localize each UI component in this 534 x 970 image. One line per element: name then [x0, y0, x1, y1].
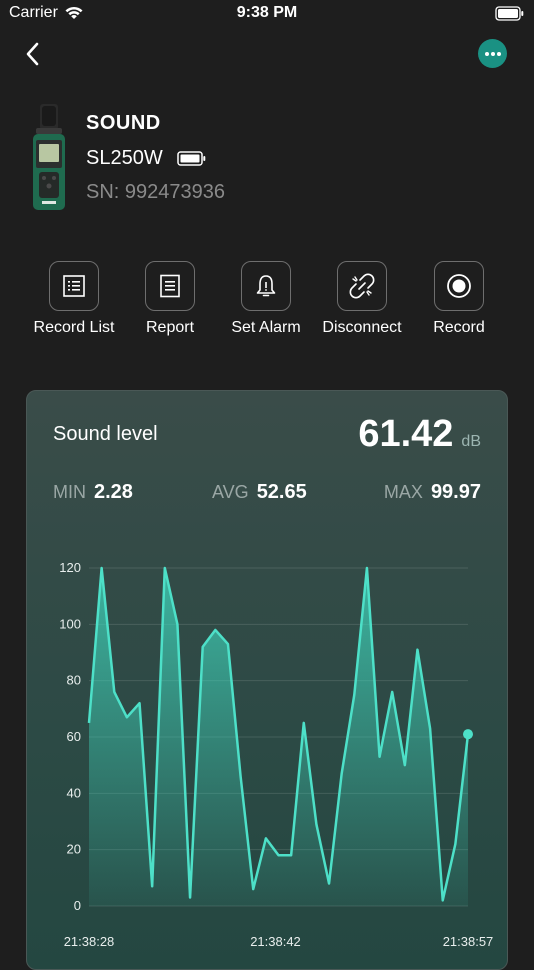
x-tick-label: 21:38:28 — [64, 934, 115, 949]
max-value: 99.97 — [431, 481, 481, 504]
device-model-row: SL250W — [86, 147, 206, 170]
record-label: Record — [409, 319, 509, 337]
clock: 9:38 PM — [0, 4, 534, 22]
report-button[interactable]: Report — [120, 261, 220, 337]
min-label: MIN — [53, 482, 86, 503]
status-bar: Carrier 9:38 PM — [0, 0, 534, 30]
current-unit: dB — [461, 433, 481, 451]
current-reading: 61.42 dB — [358, 413, 481, 456]
max-stat: MAX 99.97 — [384, 481, 481, 504]
document-icon — [159, 274, 181, 298]
y-tick-label: 60 — [67, 729, 81, 744]
record-list-label: Record List — [24, 319, 124, 337]
back-button[interactable] — [22, 40, 46, 68]
current-value: 61.42 — [358, 413, 453, 456]
device-serial-number: SN: 992473936 — [86, 181, 225, 204]
list-icon — [62, 274, 86, 298]
device-image — [30, 104, 68, 212]
set-alarm-label: Set Alarm — [216, 319, 316, 337]
bell-icon — [254, 273, 278, 299]
record-icon — [446, 273, 472, 299]
avg-value: 52.65 — [257, 481, 307, 504]
min-value: 2.28 — [94, 481, 133, 504]
status-battery-icon — [495, 6, 524, 21]
record-icon-box[interactable] — [434, 261, 484, 311]
min-stat: MIN 2.28 — [53, 481, 133, 504]
avg-label: AVG — [212, 482, 249, 503]
report-label: Report — [120, 319, 220, 337]
device-type: SOUND — [86, 112, 161, 135]
stats-row: MIN 2.28 AVG 52.65 MAX 99.97 — [53, 481, 481, 505]
x-tick-label: 21:38:42 — [250, 934, 301, 949]
set-alarm-button[interactable]: Set Alarm — [216, 261, 316, 337]
battery-full-icon — [177, 151, 206, 166]
x-tick-label: 21:38:57 — [443, 934, 494, 949]
set-alarm-icon-box[interactable] — [241, 261, 291, 311]
record-list-icon-box[interactable] — [49, 261, 99, 311]
disconnect-label: Disconnect — [312, 319, 412, 337]
y-tick-label: 100 — [59, 616, 81, 631]
sound-level-card: Sound level 61.42 dB MIN 2.28 AVG 52.65 … — [26, 390, 508, 970]
y-tick-label: 0 — [74, 898, 81, 913]
disconnect-icon-box[interactable] — [337, 261, 387, 311]
avg-stat: AVG 52.65 — [212, 481, 307, 504]
disconnect-button[interactable]: Disconnect — [312, 261, 412, 337]
more-horizontal-icon — [484, 51, 502, 57]
device-model: SL250W — [86, 147, 163, 170]
chevron-left-icon — [22, 40, 46, 68]
card-title: Sound level — [53, 423, 158, 446]
report-icon-box[interactable] — [145, 261, 195, 311]
record-button[interactable]: Record — [409, 261, 509, 337]
sound-level-chart: 0 20 40 60 80 100 120 21:38:28 21:38:42 21:38:57 — [27, 541, 507, 970]
broken-link-icon — [349, 273, 375, 299]
record-list-button[interactable]: Record List — [24, 261, 124, 337]
y-tick-label: 120 — [59, 560, 81, 575]
max-label: MAX — [384, 482, 423, 503]
more-options-button[interactable] — [478, 39, 507, 68]
y-tick-label: 80 — [67, 673, 81, 688]
y-tick-label: 20 — [67, 842, 81, 857]
y-tick-label: 40 — [67, 785, 81, 800]
latest-point — [463, 729, 473, 739]
